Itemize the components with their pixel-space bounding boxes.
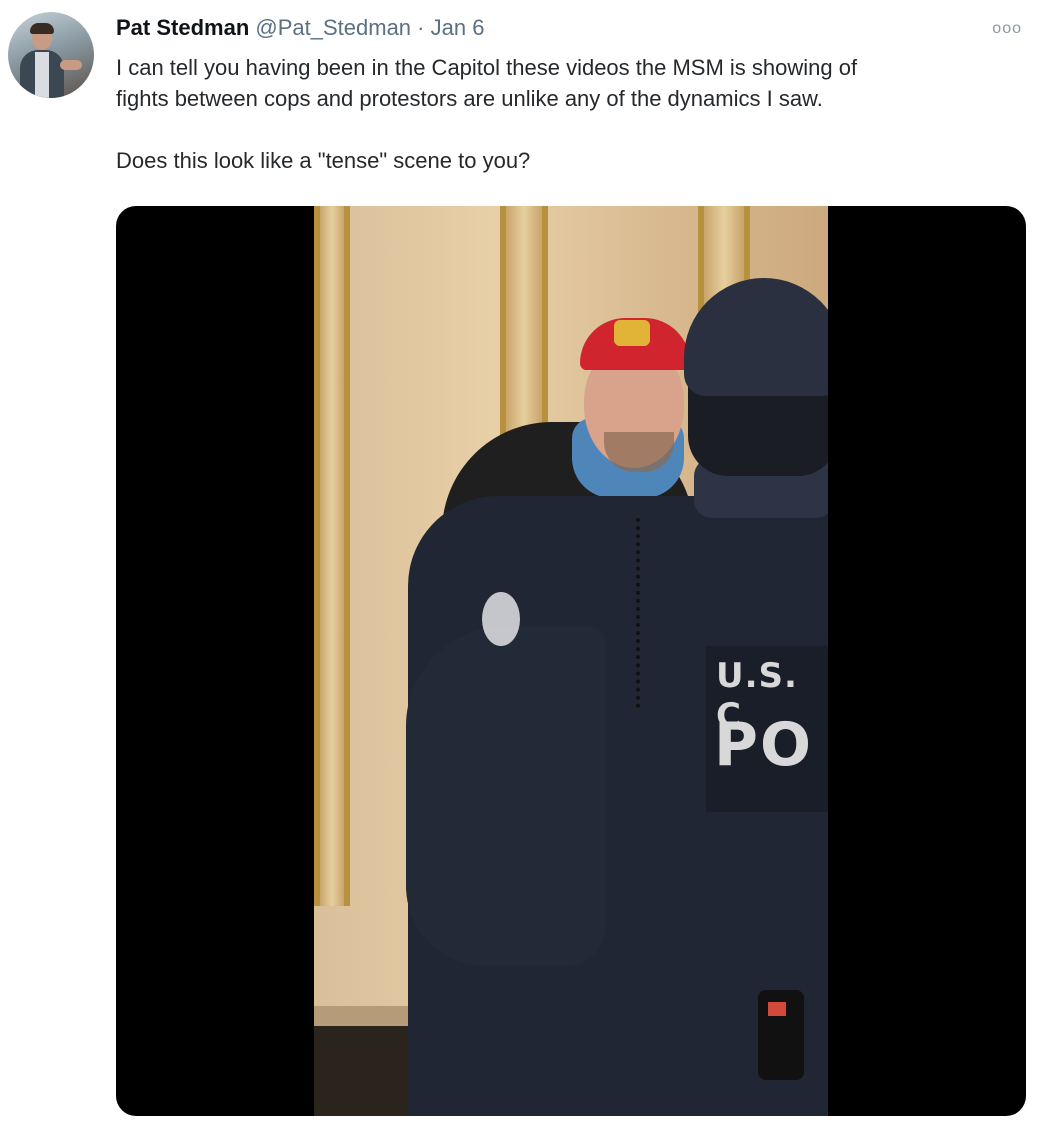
radio-cord bbox=[636, 518, 650, 708]
officer-arm bbox=[406, 626, 606, 966]
tweet: Pat Stedman @Pat_Stedman · Jan 6 ooo I c… bbox=[0, 0, 1052, 1144]
tweet-date[interactable]: Jan 6 bbox=[431, 15, 485, 40]
separator: · bbox=[417, 15, 425, 40]
gilded-pillar-left bbox=[314, 206, 350, 906]
author-avatar[interactable] bbox=[8, 12, 94, 98]
more-options-icon[interactable]: ooo bbox=[992, 20, 1022, 38]
patch-text-line2: PO bbox=[714, 710, 813, 780]
avatar-hair bbox=[30, 23, 54, 34]
police-back-patch: U.S. C PO bbox=[706, 646, 828, 812]
tweet-video[interactable]: U.S. C PO bbox=[116, 206, 1026, 1116]
shoulder-patch bbox=[482, 592, 520, 646]
radio-light bbox=[768, 1002, 786, 1016]
avatar-hand bbox=[60, 60, 82, 70]
author-handle[interactable]: @Pat_Stedman bbox=[255, 15, 411, 40]
cap-emblem bbox=[614, 320, 650, 346]
tweet-text: I can tell you having been in the Capito… bbox=[116, 55, 858, 173]
video-frame: U.S. C PO bbox=[314, 206, 828, 1116]
tweet-header: Pat Stedman @Pat_Stedman · Jan 6 bbox=[116, 14, 484, 42]
avatar-shirt bbox=[35, 52, 49, 98]
author-name[interactable]: Pat Stedman bbox=[116, 15, 249, 40]
